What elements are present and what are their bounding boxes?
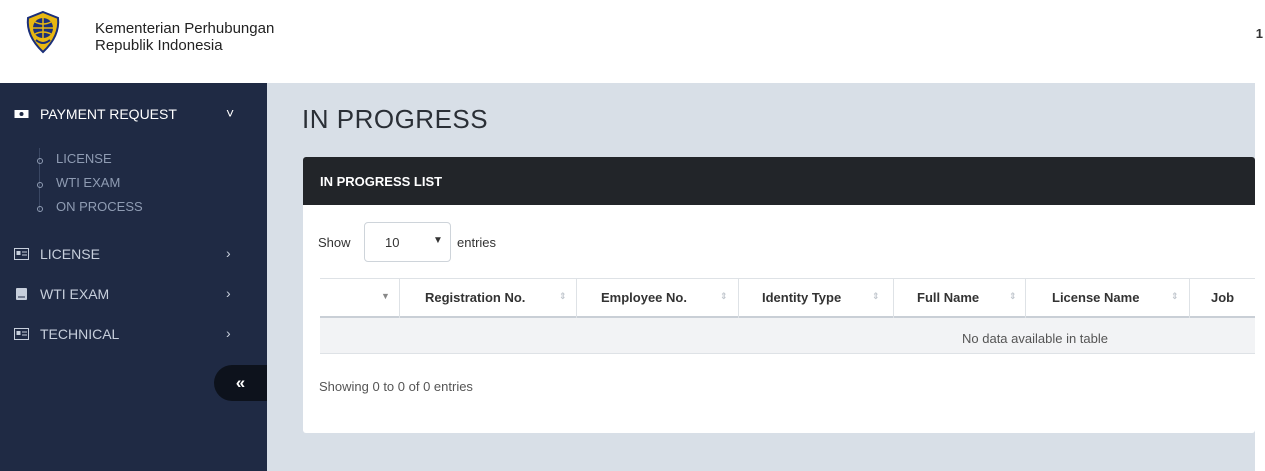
submenu-item-on-process[interactable]: ON PROCESS: [56, 199, 143, 214]
sort-icon: ⇕: [872, 291, 880, 301]
sidebar-item-license[interactable]: LICENSE ›: [0, 240, 267, 270]
sidebar-item-label: LICENSE: [40, 246, 100, 262]
column-header-employee-no[interactable]: Employee No. ⇕: [577, 279, 739, 318]
caret-down-icon: ▼: [433, 235, 443, 246]
sort-icon: ⇕: [1009, 291, 1017, 301]
id-card-icon: [14, 328, 29, 340]
chevron-right-icon: ›: [226, 245, 231, 261]
id-card-icon: [14, 248, 29, 260]
org-line-2: Republik Indonesia: [95, 37, 223, 54]
chevron-down-icon: ˅: [226, 105, 235, 121]
column-header-full-name[interactable]: Full Name ⇕: [894, 279, 1026, 318]
sidebar-collapse-button[interactable]: «: [214, 365, 267, 401]
bullet-icon: [37, 206, 43, 212]
table-header: ▼ Registration No. ⇕ Employee No. ⇕ Iden…: [320, 278, 1255, 318]
sidebar-item-label: PAYMENT REQUEST: [40, 106, 177, 122]
sidebar-item-payment-request[interactable]: PAYMENT REQUEST ˅: [0, 100, 267, 130]
table-row: [320, 318, 1255, 354]
user-menu-text[interactable]: 1: [1256, 26, 1263, 41]
empty-table-message: No data available in table: [962, 331, 1108, 346]
organization-name: Kementerian Perhubungan Republik Indones…: [95, 20, 274, 54]
chevron-right-icon: ›: [226, 325, 231, 341]
table-info: Showing 0 to 0 of 0 entries: [319, 379, 473, 394]
chevron-right-icon: ›: [226, 285, 231, 301]
card-title: IN PROGRESS LIST: [320, 174, 443, 189]
bullet-icon: [37, 182, 43, 188]
top-bar: Kementerian Perhubungan Republik Indones…: [0, 0, 1265, 83]
sidebar-item-label: TECHNICAL: [40, 326, 120, 342]
column-header-control[interactable]: ▼: [320, 279, 400, 318]
column-header-job[interactable]: Job: [1190, 279, 1255, 318]
sort-icon: ⇕: [1171, 291, 1179, 301]
money-icon: [14, 110, 29, 118]
book-icon: [16, 288, 27, 300]
sidebar: [0, 83, 267, 471]
entries-label: entries: [457, 235, 497, 250]
submenu-item-license[interactable]: LICENSE: [56, 151, 112, 166]
page-size-value: 10: [385, 235, 400, 250]
submenu-item-wti-exam[interactable]: WTI EXAM: [56, 175, 120, 190]
org-line-1: Kementerian Perhubungan: [95, 20, 275, 37]
kemenhub-logo-icon: [26, 10, 60, 54]
sort-desc-icon: ▼: [381, 291, 390, 301]
sort-icon: ⇕: [720, 291, 728, 301]
sidebar-item-technical[interactable]: TECHNICAL ›: [0, 320, 267, 350]
sidebar-item-wti-exam[interactable]: WTI EXAM ›: [0, 280, 267, 310]
sidebar-item-label: WTI EXAM: [40, 286, 110, 302]
bullet-icon: [37, 158, 43, 164]
column-header-identity-type[interactable]: Identity Type ⇕: [739, 279, 894, 318]
show-label: Show: [318, 235, 351, 250]
card-header: [303, 157, 1255, 205]
sort-icon: ⇕: [559, 291, 567, 301]
column-header-license-name[interactable]: License Name ⇕: [1026, 279, 1190, 318]
column-header-registration-no[interactable]: Registration No. ⇕: [400, 279, 577, 318]
page-title: IN PROGRESS: [302, 104, 489, 134]
page-size-select[interactable]: 10 ▼: [364, 222, 451, 262]
